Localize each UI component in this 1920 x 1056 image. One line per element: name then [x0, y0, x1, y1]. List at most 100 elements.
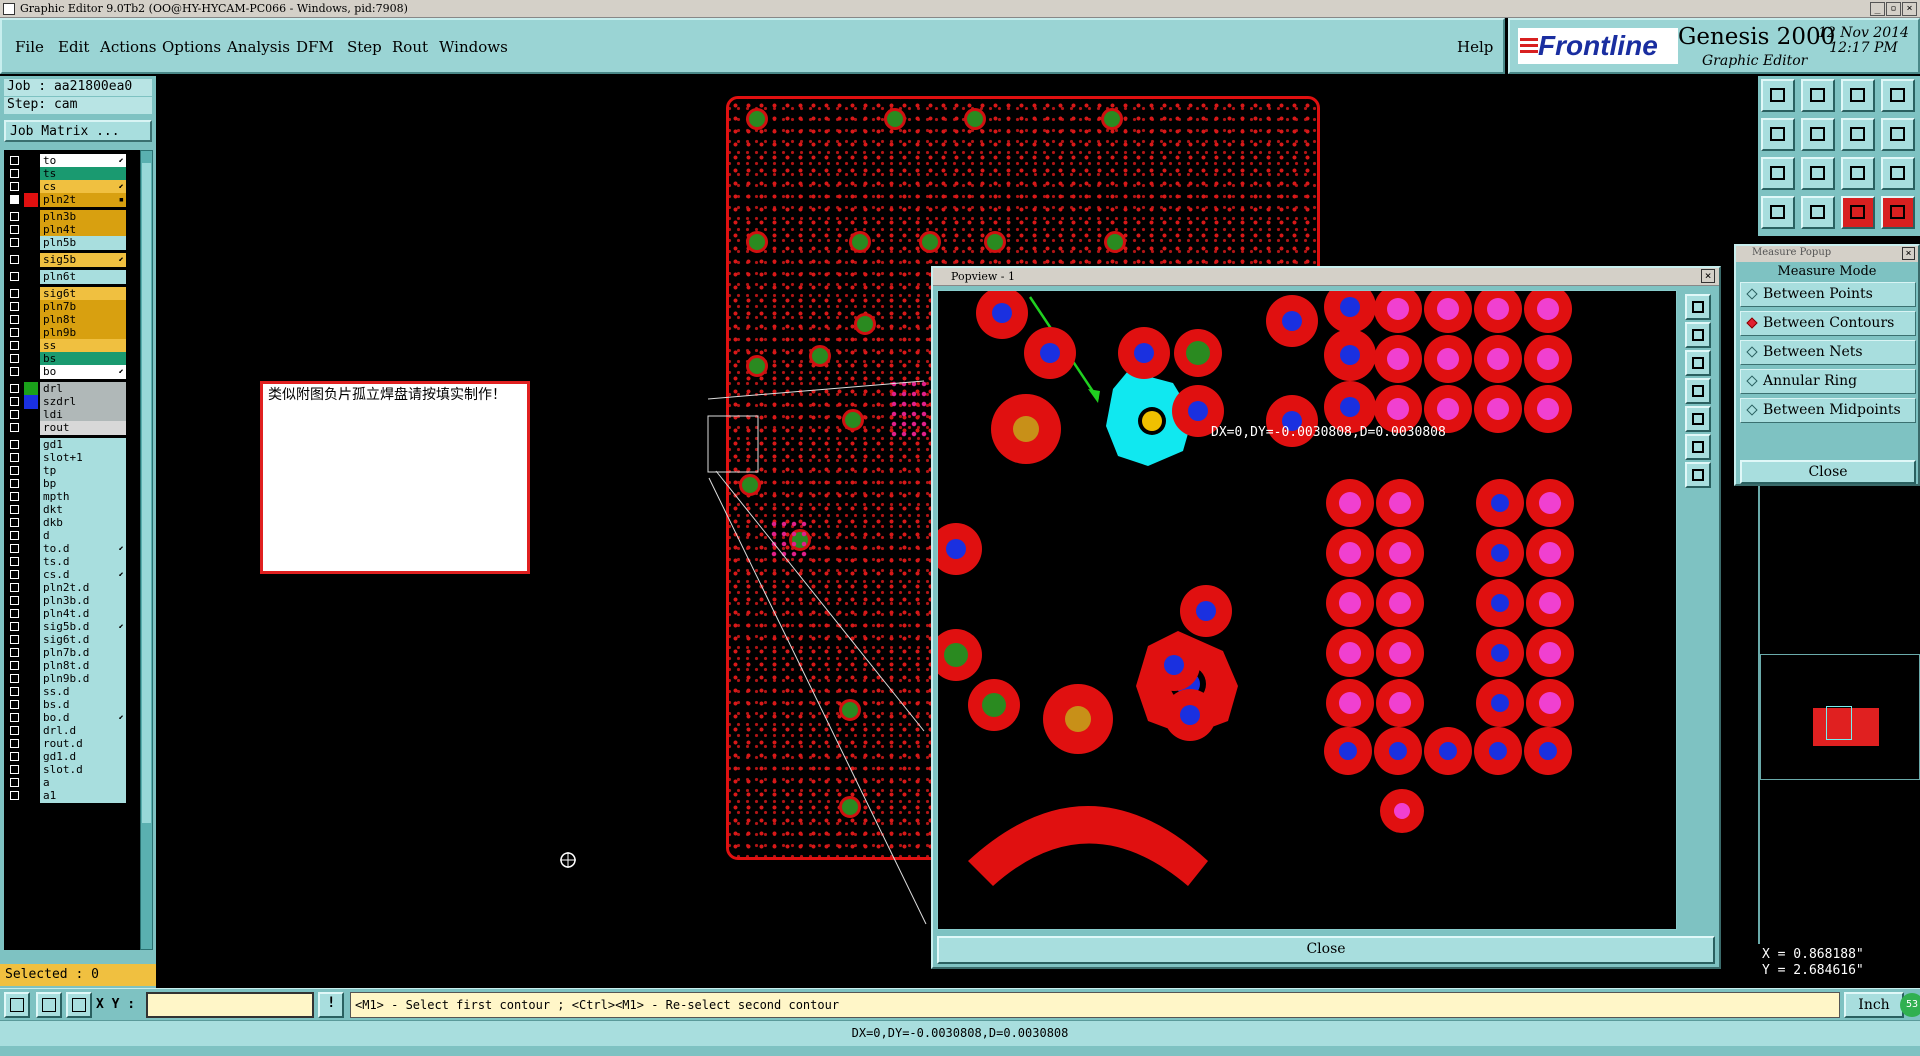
- layer-row[interactable]: sig6t.d: [4, 633, 140, 647]
- layer-checkbox[interactable]: [10, 570, 19, 579]
- popview-close-button[interactable]: Close: [937, 936, 1715, 964]
- layer-checkbox[interactable]: [10, 583, 19, 592]
- layer-checkbox[interactable]: [10, 479, 19, 488]
- layer-color-swatch[interactable]: [24, 763, 38, 777]
- layer-color-swatch[interactable]: [24, 352, 38, 366]
- snap-icon[interactable]: [4, 992, 30, 1018]
- layer-name[interactable]: slot+1: [40, 451, 126, 465]
- layer-checkbox[interactable]: [10, 752, 19, 761]
- layer-row[interactable]: mpth: [4, 490, 140, 504]
- layer-row[interactable]: to.d ⬋: [4, 542, 140, 556]
- layer-name[interactable]: rout: [40, 421, 126, 435]
- layer-row[interactable]: bo.d ⬋: [4, 711, 140, 725]
- layer-color-swatch[interactable]: [24, 382, 38, 396]
- layer-color-swatch[interactable]: [24, 542, 38, 556]
- layer-color-swatch[interactable]: [24, 300, 38, 314]
- layer-color-swatch[interactable]: [24, 620, 38, 634]
- layer-checkbox[interactable]: [10, 700, 19, 709]
- minimize-button[interactable]: _: [1870, 2, 1885, 16]
- grid-icon[interactable]: [66, 992, 92, 1018]
- layer-name[interactable]: pln9b.d: [40, 672, 126, 686]
- layer-name[interactable]: ts: [40, 167, 126, 181]
- scroll-thumb[interactable]: [142, 163, 151, 823]
- maximize-button[interactable]: ▫: [1886, 2, 1901, 16]
- layer-color-swatch[interactable]: [24, 698, 38, 712]
- prev-icon[interactable]: [1761, 118, 1795, 151]
- popview-canvas[interactable]: DX=0,DY=-0.0030808,D=0.0030808: [937, 290, 1677, 930]
- layer-row[interactable]: bo ⬋: [4, 365, 140, 379]
- layer-checkbox[interactable]: [10, 661, 19, 670]
- layer-checkbox[interactable]: [10, 453, 19, 462]
- layer-row[interactable]: tp: [4, 464, 140, 478]
- layer-row[interactable]: slot.d: [4, 763, 140, 777]
- layer-color-swatch[interactable]: [24, 750, 38, 764]
- layer-checkbox[interactable]: [10, 302, 19, 311]
- layer-name[interactable]: sig5b ⬋: [40, 253, 126, 267]
- layer-row[interactable]: pln5b: [4, 236, 140, 250]
- layer-color-swatch[interactable]: [24, 776, 38, 790]
- layer-row[interactable]: pln2t ▪: [4, 193, 140, 207]
- layer-name[interactable]: ts.d: [40, 555, 126, 569]
- layer-color-swatch[interactable]: [24, 287, 38, 301]
- layer-checkbox[interactable]: [10, 423, 19, 432]
- layer-color-swatch[interactable]: [24, 672, 38, 686]
- grid-icon[interactable]: [1801, 196, 1835, 229]
- layer-checkbox[interactable]: [10, 182, 19, 191]
- layer-row[interactable]: szdrl: [4, 395, 140, 409]
- layer-name[interactable]: slot.d: [40, 763, 126, 777]
- layer-name[interactable]: pln5b: [40, 236, 126, 250]
- layer-color-swatch[interactable]: [24, 529, 38, 543]
- settings-red-icon[interactable]: [1881, 196, 1915, 229]
- layer-checkbox[interactable]: [10, 544, 19, 553]
- layer-checkbox[interactable]: [10, 765, 19, 774]
- layer-row[interactable]: pln7b.d: [4, 646, 140, 660]
- layer-checkbox[interactable]: [10, 410, 19, 419]
- layer-row[interactable]: sig5b ⬋: [4, 253, 140, 267]
- layer-color-swatch[interactable]: [24, 451, 38, 465]
- option-annular-ring[interactable]: Annular Ring: [1740, 369, 1916, 394]
- layer-color-swatch[interactable]: [24, 555, 38, 569]
- layer-checkbox[interactable]: [10, 367, 19, 376]
- layer-name[interactable]: pln2t.d: [40, 581, 126, 595]
- layer-color-swatch[interactable]: [24, 633, 38, 647]
- popview-close-icon[interactable]: ×: [1701, 269, 1715, 283]
- popview-zoom-button[interactable]: [1685, 294, 1711, 320]
- layer-row[interactable]: ss.d: [4, 685, 140, 699]
- unit-button[interactable]: Inch: [1844, 992, 1904, 1018]
- layer-checkbox[interactable]: [10, 648, 19, 657]
- layer-name[interactable]: gd1.d: [40, 750, 126, 764]
- layer-checkbox[interactable]: [10, 674, 19, 683]
- popview-center-button[interactable]: [1685, 462, 1711, 488]
- layer-name[interactable]: drl: [40, 382, 126, 396]
- layer-color-swatch[interactable]: [24, 516, 38, 530]
- layer-color-swatch[interactable]: [24, 180, 38, 194]
- layer-name[interactable]: a: [40, 776, 126, 790]
- layer-row[interactable]: ts.d: [4, 555, 140, 569]
- layer-name[interactable]: mpth: [40, 490, 126, 504]
- layer-checkbox[interactable]: [10, 791, 19, 800]
- layer-checkbox[interactable]: [10, 341, 19, 350]
- popview-pan-down-button[interactable]: [1685, 350, 1711, 376]
- layer-name[interactable]: pln4t.d: [40, 607, 126, 621]
- popview-pan-left-button[interactable]: [1685, 378, 1711, 404]
- xy-input[interactable]: [146, 992, 314, 1018]
- layer-name[interactable]: dkb: [40, 516, 126, 530]
- menu-file[interactable]: File: [15, 38, 44, 56]
- menu-windows[interactable]: Windows: [439, 38, 508, 56]
- layer-row[interactable]: bs.d: [4, 698, 140, 712]
- layer-row[interactable]: cs ⬋: [4, 180, 140, 194]
- layer-checkbox[interactable]: [10, 195, 19, 204]
- layer-checkbox[interactable]: [10, 440, 19, 449]
- layer-color-swatch[interactable]: [24, 607, 38, 621]
- layer-color-swatch[interactable]: [24, 365, 38, 379]
- layer-row[interactable]: drl: [4, 382, 140, 396]
- layer-checkbox[interactable]: [10, 397, 19, 406]
- option-between-points[interactable]: Between Points: [1740, 282, 1916, 307]
- layer-name[interactable]: cs ⬋: [40, 180, 126, 194]
- redo-icon[interactable]: [1881, 118, 1915, 151]
- menu-rout[interactable]: Rout: [392, 38, 428, 56]
- layer-row[interactable]: pln9b.d: [4, 672, 140, 686]
- layer-color-swatch[interactable]: [24, 326, 38, 340]
- option-between-nets[interactable]: Between Nets: [1740, 340, 1916, 365]
- menu-help[interactable]: Help: [1457, 38, 1493, 56]
